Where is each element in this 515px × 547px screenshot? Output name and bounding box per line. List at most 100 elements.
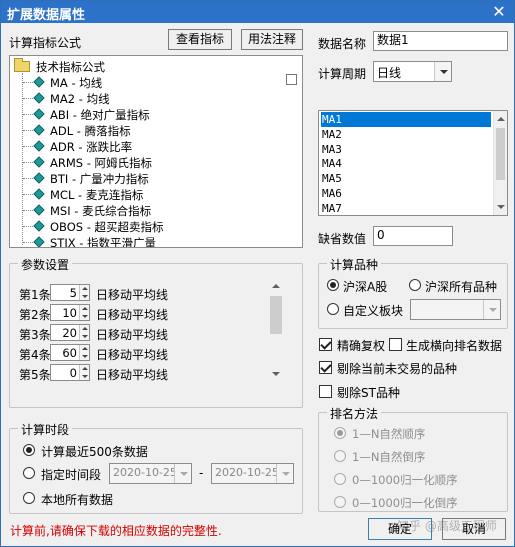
param-row-desc: 日移动平均线	[96, 368, 169, 382]
sort-radio[interactable]	[334, 427, 346, 439]
tree-item-label: ADL - 腾落指标	[50, 124, 131, 138]
window-title: 扩展数据属性	[7, 8, 86, 23]
param-row-desc: 日移动平均线	[96, 308, 169, 322]
ma-list-item[interactable]: MA6	[321, 186, 481, 201]
custom-block-select[interactable]	[410, 299, 501, 320]
sort-title: 排名方法	[327, 405, 382, 422]
param-spinner[interactable]: 5	[50, 284, 90, 301]
cancel-button[interactable]: 取消	[442, 518, 506, 540]
ma-list-item[interactable]: MA1	[321, 112, 491, 127]
default-value-input[interactable]: 0	[373, 226, 453, 246]
tree-item[interactable]: BTI - 广量冲力指标	[10, 170, 280, 186]
param-row-label: 第2条	[19, 308, 51, 322]
ma-list-item[interactable]: MA3	[321, 142, 481, 157]
radio-range[interactable]	[23, 467, 35, 479]
spinner-arrows-icon[interactable]	[79, 285, 89, 300]
param-spinner[interactable]: 10	[50, 304, 90, 321]
formula-icon	[33, 124, 45, 136]
formula-label: 计算指标公式	[9, 36, 82, 50]
spinner-arrows-icon[interactable]	[79, 365, 89, 380]
formula-tree[interactable]: 技术指标公式 MA - 均线 MA2 - 均线 ABI - 绝对广量指标 ADL - …	[9, 55, 303, 248]
spinner-arrows-icon[interactable]	[79, 345, 89, 360]
ma-list-item[interactable]: MA5	[321, 171, 481, 186]
spinner-arrows-icon[interactable]	[79, 305, 89, 320]
radio-all-local[interactable]	[23, 492, 35, 504]
param-spinner[interactable]: 0	[50, 364, 90, 381]
param-row-desc: 日移动平均线	[96, 348, 169, 362]
gen-rank-checkbox[interactable]	[389, 338, 402, 351]
exclude-untraded-label: 剔除当前未交易的品种	[337, 362, 458, 376]
data-name-input[interactable]: 数据1	[373, 31, 508, 51]
range-label: 指定时间段	[41, 468, 102, 482]
ma-list-item[interactable]: MA2	[321, 127, 481, 142]
gen-rank-label: 生成横向排名数据	[406, 339, 503, 353]
tree-item[interactable]: OBOS - 超买超卖指标	[10, 218, 280, 234]
scroll-down-icon[interactable]	[494, 199, 507, 215]
exclude-st-label: 剔除ST品种	[337, 386, 400, 400]
tree-item[interactable]: MCL - 麦克连指标	[10, 186, 280, 202]
params-scrollbar[interactable]	[268, 278, 284, 382]
formula-icon	[33, 108, 45, 120]
ok-button[interactable]: 确定	[368, 518, 432, 540]
period-value: 日线	[377, 66, 402, 80]
sh-sz-a-label: 沪深A股	[343, 280, 388, 294]
radio-all-varieties[interactable]	[409, 279, 421, 291]
start-date-picker[interactable]: 2020-10-25	[109, 463, 192, 484]
close-icon[interactable]: ✕	[490, 2, 508, 21]
end-date-value: 2020-10-25	[215, 466, 279, 479]
tree-toggle-box[interactable]	[286, 74, 297, 85]
title-bar[interactable]: 扩展数据属性 ✕	[1, 1, 514, 23]
sort-radio[interactable]	[334, 496, 346, 508]
exclude-untraded-checkbox[interactable]	[319, 361, 332, 374]
exclude-st-checkbox[interactable]	[319, 385, 332, 398]
view-indicator-button[interactable]: 查看指标	[168, 29, 232, 50]
scroll-thumb[interactable]	[496, 128, 505, 180]
tree-item[interactable]: ADR - 涨跌比率	[10, 138, 280, 154]
exact-rights-checkbox[interactable]	[319, 338, 332, 351]
ma-list-scrollbar[interactable]	[493, 111, 507, 215]
radio-custom-block[interactable]	[327, 303, 339, 315]
tree-item-label: ADR - 涨跌比率	[50, 140, 133, 154]
radio-sh-sz-a[interactable]	[327, 279, 339, 291]
chevron-down-icon[interactable]	[174, 464, 191, 483]
param-row-label: 第4条	[19, 348, 51, 362]
chevron-down-icon[interactable]	[434, 62, 451, 81]
scroll-thumb[interactable]	[270, 296, 282, 334]
tree-item[interactable]: ADL - 腾落指标	[10, 122, 280, 138]
ma-list-item[interactable]: MA7	[321, 201, 481, 215]
tree-item-label: MA - 均线	[50, 76, 103, 90]
ma-list-item[interactable]: MA4	[321, 156, 481, 171]
param-spinner[interactable]: 20	[50, 324, 90, 341]
tree-item[interactable]: MSI - 麦氏综合指标	[10, 202, 280, 218]
scroll-down-icon[interactable]	[268, 366, 284, 382]
variety-title: 计算品种	[327, 256, 382, 273]
params-title: 参数设置	[18, 256, 73, 273]
chevron-down-icon[interactable]	[483, 300, 500, 319]
tree-item-label: MCL - 麦克连指标	[50, 188, 144, 202]
ma-list[interactable]: MA1 MA2 MA3 MA4 MA5 MA6 MA7	[318, 110, 508, 216]
formula-icon	[33, 188, 45, 200]
tree-item[interactable]: ABI - 绝对广量指标	[10, 106, 280, 122]
end-date-picker[interactable]: 2020-10-25	[211, 463, 294, 484]
scroll-up-icon[interactable]	[494, 111, 507, 127]
spinner-arrows-icon[interactable]	[79, 325, 89, 340]
tree-root-label: 技术指标公式	[36, 60, 105, 74]
radio-recent[interactable]	[23, 444, 35, 456]
chevron-down-icon[interactable]	[276, 464, 293, 483]
sort-radio[interactable]	[334, 450, 346, 462]
period-select[interactable]: 日线	[373, 61, 452, 82]
tree-item[interactable]: ARMS - 阿姆氏指标	[10, 154, 280, 170]
data-name-label: 数据名称	[318, 37, 367, 51]
param-spinner[interactable]: 60	[50, 344, 90, 361]
tree-item[interactable]: MA - 均线	[10, 74, 280, 90]
param-value: 0	[69, 366, 77, 380]
tree-item[interactable]: STIX - 指数平滑广量	[10, 234, 280, 247]
sort-option-label: 0—1000归一化倒序	[352, 496, 458, 510]
param-row-desc: 日移动平均线	[96, 288, 169, 302]
param-value: 60	[62, 346, 77, 360]
tree-root[interactable]: 技术指标公式	[10, 58, 300, 74]
tree-item[interactable]: MA2 - 均线	[10, 90, 280, 106]
sort-radio[interactable]	[334, 473, 346, 485]
usage-notes-button[interactable]: 用法注释	[241, 29, 303, 50]
scroll-up-icon[interactable]	[268, 278, 284, 294]
